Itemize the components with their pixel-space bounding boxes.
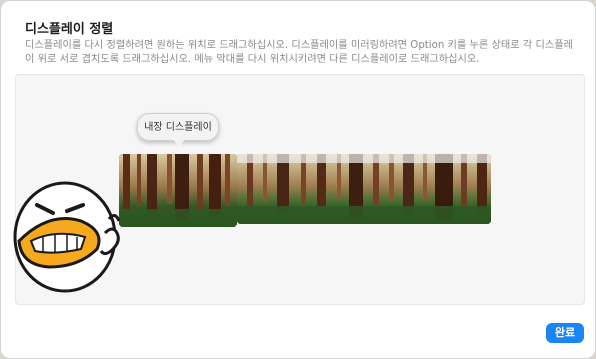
menu-bar-indicator[interactable] — [237, 154, 491, 163]
builtin-display-thumbnail[interactable] — [119, 154, 237, 227]
builtin-display-label: 내장 디스플레이 — [137, 113, 219, 141]
dialog-description: 디스플레이를 다시 정렬하려면 원하는 위치로 드래그하십시오. 디스플레이를 … — [25, 40, 573, 65]
display-arrangement-dialog: 디스플레이 정렬 디스플레이를 다시 정렬하려면 원하는 위치로 드래그하십시오… — [0, 0, 596, 359]
tooltip-tail — [173, 139, 185, 147]
sticker-icon — [13, 181, 121, 293]
dialog-title: 디스플레이 정렬 — [25, 22, 114, 37]
forest-wallpaper — [119, 154, 237, 227]
external-display-thumbnail[interactable] — [237, 154, 491, 224]
done-button[interactable]: 완료 — [546, 323, 584, 343]
forest-wallpaper — [237, 154, 491, 224]
